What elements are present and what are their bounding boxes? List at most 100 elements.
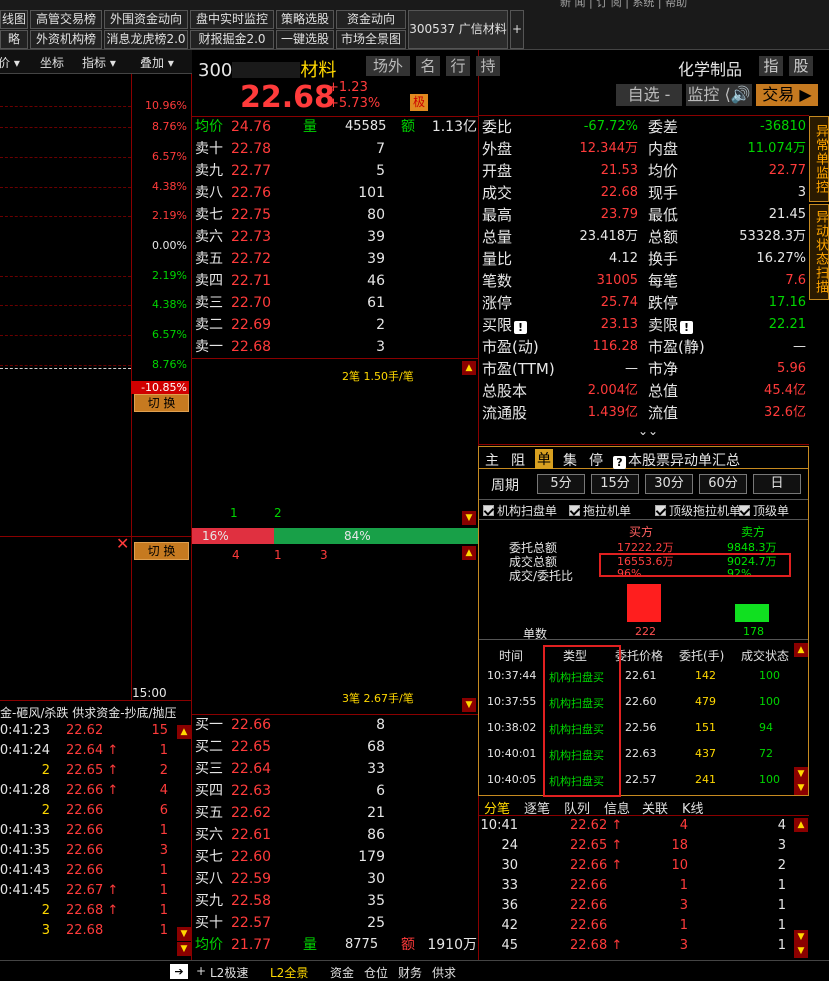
tab-auction[interactable]: 集 bbox=[563, 450, 577, 470]
abnormal-row[interactable]: 10:38:02 机构扫盘买 22.56 151 94 bbox=[479, 721, 793, 739]
sector-label[interactable]: 化学制品 bbox=[678, 56, 742, 80]
period-button[interactable]: 日 bbox=[753, 474, 801, 494]
level-price: 22.75 bbox=[231, 207, 272, 223]
add-watchlist-button[interactable]: 自选 - bbox=[616, 84, 682, 106]
scroll-up-icon[interactable]: ▲ bbox=[794, 643, 808, 657]
scroll-down-icon[interactable]: ▼ bbox=[177, 927, 191, 941]
tab-order[interactable]: 单 bbox=[535, 449, 553, 469]
scroll-up-icon[interactable]: ▲ bbox=[177, 725, 191, 739]
row-time: 10:37:55 bbox=[487, 695, 537, 708]
tag-name[interactable]: 名 bbox=[416, 56, 440, 76]
side-tab-anomaly-scan[interactable]: 异动状态扫描 bbox=[809, 204, 829, 300]
toolbar-btn-realtime-monitor[interactable]: 盘中实时监控 bbox=[190, 10, 274, 29]
tab-main[interactable]: 主 bbox=[485, 450, 499, 470]
toolbar-btn-report[interactable]: 财报掘金2.0 bbox=[190, 30, 274, 49]
side-tab-abnormal-monitor[interactable]: 异常单监控 bbox=[809, 116, 829, 202]
toolbar-btn-one-click[interactable]: 一键选股 bbox=[276, 30, 334, 49]
period-button[interactable]: 30分 bbox=[645, 474, 693, 494]
toolbar-btn-market-map[interactable]: 市场全景图 bbox=[336, 30, 406, 49]
toolbar-btn-foreign-fund[interactable]: 外围资金动向 bbox=[104, 10, 188, 29]
divider bbox=[479, 499, 808, 500]
expand-chevron-icon[interactable]: ⌄⌄ bbox=[638, 424, 658, 438]
top-menu[interactable]: 新 闻 | 订 阅 | 系统 | 帮助 bbox=[560, 0, 687, 10]
tag-holding[interactable]: 持 bbox=[476, 56, 500, 76]
toolbar-btn-line[interactable]: 线图 bbox=[0, 10, 28, 29]
filter-checkbox[interactable]: 顶级拖拉机单 bbox=[655, 502, 741, 519]
arrow-right-icon[interactable]: ➔ bbox=[170, 964, 188, 979]
scroll-up-icon[interactable]: ▲ bbox=[794, 818, 808, 832]
price-chart[interactable]: 价 ▾ 坐标 指标 ▾ 叠加 ▾ 10.96% 8.76% 6.57% 4.38% 2.… bbox=[0, 50, 192, 700]
status-item[interactable]: + bbox=[196, 964, 206, 978]
abnormal-row[interactable]: 10:40:05 机构扫盘买 22.57 241 100 bbox=[479, 773, 793, 791]
sector-index-tag[interactable]: 指 bbox=[759, 56, 783, 76]
scroll-down-icon[interactable]: ▼ bbox=[794, 930, 808, 944]
quote-value: -36810 bbox=[759, 119, 806, 134]
status-item[interactable]: L2全景 bbox=[270, 964, 308, 981]
tick-count: 1 bbox=[777, 938, 786, 953]
chart-menu-price[interactable]: 价 ▾ bbox=[0, 54, 20, 71]
scroll-up-icon[interactable]: ▲ bbox=[462, 361, 476, 375]
scroll-end-icon[interactable]: ▼ bbox=[177, 942, 191, 956]
row-qty: 437 bbox=[695, 747, 716, 760]
status-item[interactable]: L2极速 bbox=[210, 964, 248, 981]
quote-label: 外盘 bbox=[482, 140, 513, 158]
tab-resist[interactable]: 阻 bbox=[511, 450, 525, 470]
scroll-up-icon[interactable]: ▲ bbox=[462, 546, 476, 560]
monitor-button[interactable]: 监控 ⟨🔊 bbox=[686, 84, 752, 106]
ticks-tab[interactable]: 信息 bbox=[604, 798, 630, 817]
row-time: 10:38:02 bbox=[487, 721, 537, 734]
tab-halt[interactable]: 停 bbox=[589, 450, 603, 470]
checkbox-checked-icon[interactable] bbox=[739, 505, 750, 516]
level-volume: 8 bbox=[376, 717, 385, 733]
ticks-tab[interactable]: 队列 bbox=[564, 798, 590, 817]
status-item[interactable]: 仓位 bbox=[364, 964, 388, 981]
toolbar-btn-strategy[interactable]: 策略选股 bbox=[276, 10, 334, 29]
abnormal-row[interactable]: 10:37:44 机构扫盘买 22.61 142 100 bbox=[479, 669, 793, 687]
switch-button-1[interactable]: 切 换 bbox=[134, 394, 189, 412]
checkbox-checked-icon[interactable] bbox=[655, 505, 666, 516]
tag-industry[interactable]: 行 bbox=[446, 56, 470, 76]
chart-menu-overlay[interactable]: 叠加 ▾ bbox=[140, 54, 174, 71]
trade-button[interactable]: 交易 ▶ bbox=[756, 84, 818, 106]
status-item[interactable]: 财务 bbox=[398, 964, 422, 981]
ticks-tab[interactable]: 关联 bbox=[642, 798, 668, 817]
filter-checkbox[interactable]: 机构扫盘单 bbox=[483, 502, 557, 519]
scroll-down-icon[interactable]: ▼ bbox=[462, 698, 476, 712]
scroll-down-icon[interactable]: ▼ bbox=[794, 767, 808, 781]
scroll-down-icon[interactable]: ▼ bbox=[462, 511, 476, 525]
toolbar-btn-fund-flow[interactable]: 资金动向 bbox=[336, 10, 406, 29]
toolbar-btn-foreign-inst[interactable]: 外资机构榜 bbox=[30, 30, 102, 49]
quote-label: 成交 bbox=[482, 184, 513, 202]
sector-stock-tag[interactable]: 股 bbox=[789, 56, 813, 76]
switch-button-2[interactable]: 切 换 bbox=[134, 542, 189, 560]
status-item[interactable]: 资金 bbox=[330, 964, 354, 981]
period-button[interactable]: 5分 bbox=[537, 474, 585, 494]
toolbar-btn-strat[interactable]: 略 bbox=[0, 30, 28, 49]
buy-count-bar bbox=[627, 584, 661, 622]
filter-checkbox[interactable]: 顶级单 bbox=[739, 502, 789, 519]
ticks-tab[interactable]: 分笔 bbox=[484, 798, 510, 817]
scroll-end-icon[interactable]: ▼ bbox=[794, 781, 808, 795]
tag-otc[interactable]: 场外 bbox=[366, 56, 410, 76]
ticks-tab[interactable]: 逐笔 bbox=[524, 798, 550, 817]
chart-menu-indicator[interactable]: 指标 ▾ bbox=[82, 54, 116, 71]
ticks-tab[interactable]: K线 bbox=[682, 798, 704, 817]
checkbox-checked-icon[interactable] bbox=[483, 505, 494, 516]
checkbox-checked-icon[interactable] bbox=[569, 505, 580, 516]
level-volume: 179 bbox=[358, 849, 385, 865]
quote-value: 53328.3万 bbox=[739, 229, 806, 244]
close-icon[interactable]: ✕ bbox=[116, 536, 129, 552]
queue-num: 2 bbox=[274, 506, 282, 520]
chart-menu-axis[interactable]: 坐标 bbox=[40, 54, 64, 71]
period-button[interactable]: 15分 bbox=[591, 474, 639, 494]
add-tab-button[interactable]: + bbox=[510, 10, 524, 49]
toolbar-btn-exec-trade[interactable]: 高管交易榜 bbox=[30, 10, 102, 29]
filter-checkbox[interactable]: 拖拉机单 bbox=[569, 502, 631, 519]
abnormal-row[interactable]: 10:37:55 机构扫盘买 22.60 479 100 bbox=[479, 695, 793, 713]
stock-tab[interactable]: 300537 广信材料 bbox=[408, 10, 508, 49]
status-item[interactable]: 供求 bbox=[432, 964, 456, 981]
scroll-end-icon[interactable]: ▼ bbox=[794, 944, 808, 958]
toolbar-btn-news-rank[interactable]: 消息龙虎榜2.0 bbox=[104, 30, 188, 49]
abnormal-row[interactable]: 10:40:01 机构扫盘买 22.63 437 72 bbox=[479, 747, 793, 765]
period-button[interactable]: 60分 bbox=[699, 474, 747, 494]
